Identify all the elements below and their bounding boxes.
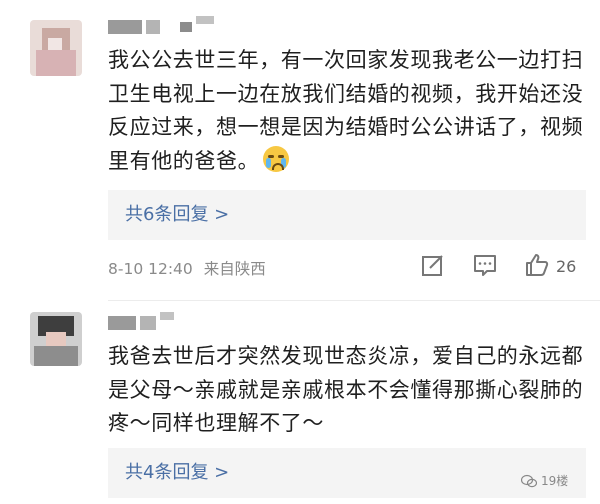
watermark: 19楼 [521,472,568,489]
comment-text: 我公公去世三年，有一次回家发现我老公一边打扫卫生电视上一边在放我们结婚的视频，我… [108,44,588,178]
comment-meta: 8-10 12:40 来自陕西 [108,257,266,279]
comment-text-content: 我爸去世后才突然发现世态炎凉，爱自己的永远都是父母～亲戚就是亲戚根本不会懂得那撕… [108,344,584,435]
watermark-text: 19楼 [541,474,569,488]
view-replies-button[interactable]: 共6条回复 > [108,190,586,240]
wechat-icon [521,474,537,487]
view-replies-label: 共6条回复 > [125,204,230,225]
avatar[interactable] [30,20,82,76]
username[interactable] [108,16,218,34]
view-replies-button[interactable]: 共4条回复 > [108,448,586,498]
comment-item: 我公公去世三年，有一次回家发现我老公一边打扫卫生电视上一边在放我们结婚的视频，我… [0,0,600,300]
like-count: 26 [556,257,577,276]
timestamp: 8-10 12:40 [108,260,193,278]
view-replies-label: 共4条回复 > [125,462,230,483]
avatar[interactable] [30,312,82,366]
crying-emoji-icon [263,145,290,172]
like-icon[interactable] [524,252,550,278]
share-icon[interactable] [420,252,446,278]
comment-text: 我爸去世后才突然发现世态炎凉，爱自己的永远都是父母～亲戚就是亲戚根本不会懂得那撕… [108,340,588,441]
comment-icon[interactable] [472,252,498,278]
location: 来自陕西 [203,260,266,278]
username[interactable] [108,312,178,330]
comment-text-content: 我公公去世三年，有一次回家发现我老公一边打扫卫生电视上一边在放我们结婚的视频，我… [108,48,584,173]
comment-item: 我爸去世后才突然发现世态炎凉，爱自己的永远都是父母～亲戚就是亲戚根本不会懂得那撕… [0,300,600,504]
